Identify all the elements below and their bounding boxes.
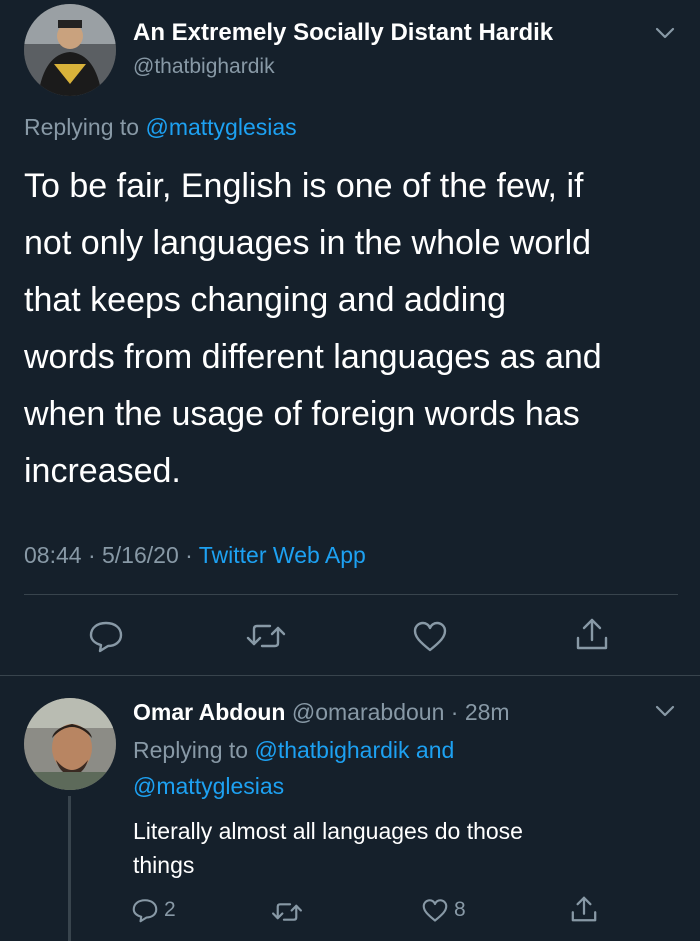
- retweet-icon[interactable]: [244, 618, 288, 654]
- like-icon[interactable]: [410, 618, 450, 654]
- like-count: 8: [454, 898, 466, 921]
- retweet-icon[interactable]: [270, 898, 304, 926]
- tweet-text: Literally almost all languages do those …: [133, 814, 523, 882]
- avatar[interactable]: [24, 4, 116, 96]
- replying-to-label: Replying to: [24, 114, 140, 140]
- reply-icon[interactable]: [86, 618, 126, 654]
- reply-count: 2: [164, 898, 176, 921]
- reply-header: Omar Abdoun @omarabdoun · 28m: [133, 697, 510, 727]
- tweet-text-line: increased.: [24, 452, 181, 490]
- chevron-down-icon[interactable]: [652, 700, 678, 722]
- replying-to-link[interactable]: @thatbighardik and: [254, 737, 454, 763]
- replying-to: Replying to @mattyglesias: [24, 112, 297, 142]
- tweet-text-line: To be fair, English is one of the few, i…: [24, 167, 584, 205]
- chevron-down-icon[interactable]: [652, 22, 678, 44]
- divider: [24, 594, 678, 595]
- timestamp: 08:44 · 5/16/20 ·: [24, 542, 193, 568]
- like-icon: [420, 896, 450, 924]
- tweet-text-line: words from different languages as and: [24, 338, 602, 376]
- share-icon[interactable]: [568, 893, 600, 925]
- tweet-separator: [0, 675, 700, 676]
- reply-icon: [130, 896, 160, 924]
- like-action[interactable]: 8: [420, 896, 466, 924]
- display-name[interactable]: Omar Abdoun: [133, 699, 285, 725]
- handle[interactable]: @thatbighardik: [133, 54, 275, 80]
- tweet-text: To be fair, English is one of the few, i…: [24, 158, 602, 500]
- replying-to-label: Replying to: [133, 737, 249, 763]
- tweet-text-line: not only languages in the whole world: [24, 224, 592, 262]
- tweet-text-line: when the usage of foreign words has: [24, 395, 580, 433]
- replying-to-link[interactable]: @mattyglesias: [145, 114, 296, 140]
- handle-time[interactable]: @omarabdoun · 28m: [292, 699, 510, 725]
- display-name[interactable]: An Extremely Socially Distant Hardik: [133, 18, 553, 48]
- replying-to: Replying to @thatbighardik and @mattygle…: [133, 732, 454, 804]
- tweet-meta: 08:44 · 5/16/20 · Twitter Web App: [24, 540, 366, 570]
- tweet-text-line: things: [133, 852, 195, 878]
- reply-action[interactable]: 2: [130, 896, 176, 924]
- tweet-text-line: Literally almost all languages do those: [133, 818, 523, 844]
- share-icon[interactable]: [572, 614, 612, 654]
- source-link[interactable]: Twitter Web App: [199, 542, 366, 568]
- replying-to-link[interactable]: @mattyglesias: [133, 768, 454, 804]
- avatar[interactable]: [24, 698, 116, 790]
- thread-line: [68, 796, 71, 941]
- tweet-text-line: that keeps changing and adding: [24, 281, 507, 319]
